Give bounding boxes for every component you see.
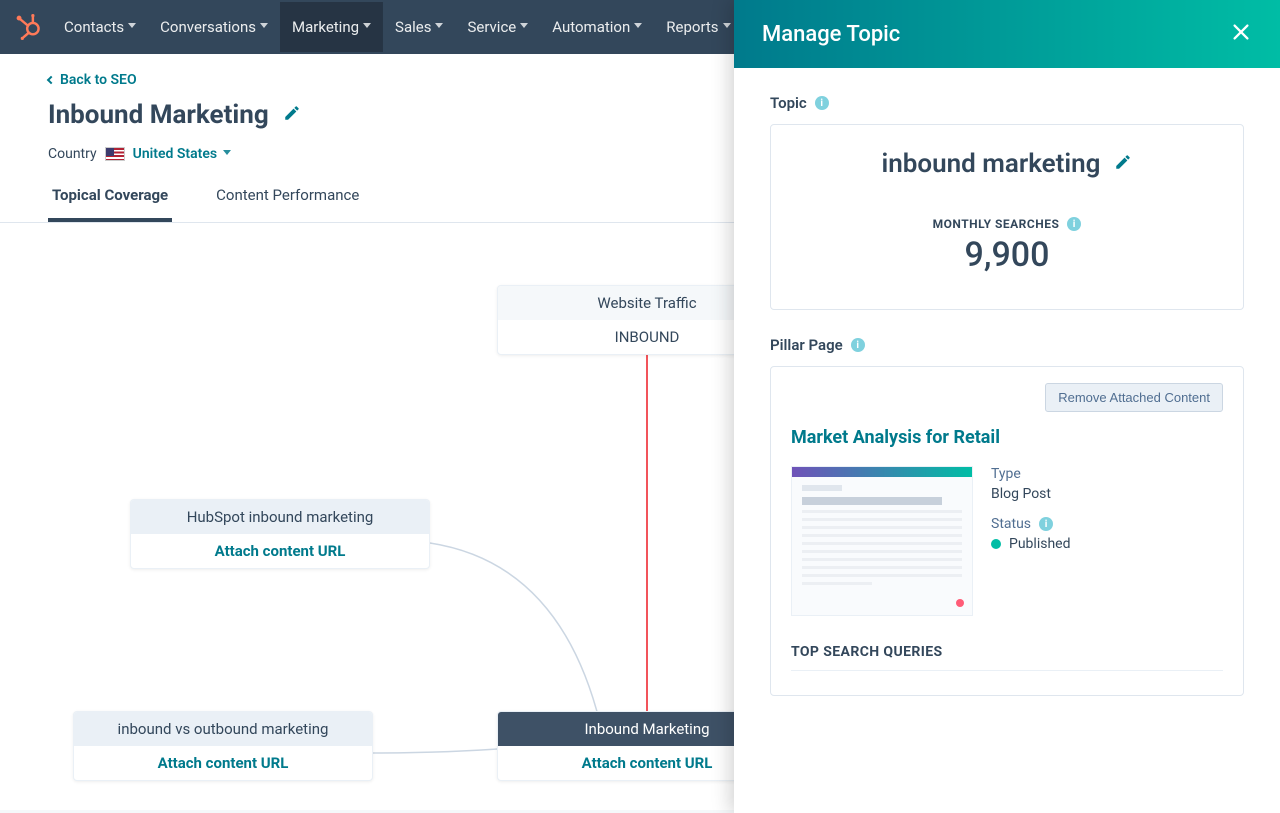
info-icon[interactable]: i	[1039, 517, 1053, 531]
cluster-node-hubspot-inbound[interactable]: HubSpot inbound marketing Attach content…	[130, 499, 430, 569]
node-head: HubSpot inbound marketing	[131, 500, 429, 534]
chevron-down-icon	[223, 150, 231, 158]
chevron-down-icon	[634, 23, 642, 31]
monthly-searches-label: MONTHLY SEARCHES i	[795, 217, 1219, 231]
nav-automation[interactable]: Automation	[540, 2, 654, 52]
close-icon[interactable]	[1230, 21, 1252, 47]
us-flag-icon	[105, 147, 125, 161]
chevron-down-icon	[520, 23, 528, 31]
node-head: inbound vs outbound marketing	[74, 712, 372, 746]
pillar-page-label: Pillar Page i	[770, 336, 1244, 354]
nav-service[interactable]: Service	[455, 2, 540, 52]
type-value: Blog Post	[991, 486, 1070, 502]
status-value: Published	[1009, 536, 1070, 552]
topic-value: inbound marketing	[882, 149, 1101, 179]
page-title: Inbound Marketing	[48, 100, 269, 130]
topic-field-label: Topic i	[770, 94, 1244, 112]
tab-topical-coverage[interactable]: Topical Coverage	[48, 176, 172, 222]
attach-content-link[interactable]: Attach content URL	[582, 754, 713, 772]
chevron-down-icon	[723, 23, 731, 31]
nav-items: Contacts Conversations Marketing Sales S…	[52, 2, 814, 52]
nav-contacts[interactable]: Contacts	[52, 2, 148, 52]
pillar-page-thumbnail[interactable]	[791, 466, 973, 616]
type-label: Type	[991, 466, 1070, 482]
attach-content-link[interactable]: Attach content URL	[158, 754, 289, 772]
attach-content-link[interactable]: Attach content URL	[215, 542, 346, 560]
chevron-down-icon	[260, 23, 268, 31]
nav-conversations[interactable]: Conversations	[148, 2, 280, 52]
country-selector[interactable]: United States	[133, 146, 231, 162]
pillar-meta: Type Blog Post Status i Published	[991, 466, 1070, 552]
chevron-down-icon	[435, 23, 443, 31]
info-icon[interactable]: i	[851, 338, 865, 352]
hubspot-logo-icon[interactable]	[12, 11, 44, 43]
country-label: Country	[48, 146, 97, 162]
pencil-icon[interactable]	[283, 104, 301, 126]
chevron-left-icon	[47, 76, 55, 84]
hubspot-icon	[15, 14, 41, 40]
topic-card: inbound marketing MONTHLY SEARCHES i 9,9…	[770, 124, 1244, 310]
panel-header: Manage Topic	[734, 0, 1280, 68]
remove-attached-content-button[interactable]: Remove Attached Content	[1045, 383, 1223, 412]
status-label: Status i	[991, 516, 1070, 532]
nav-sales[interactable]: Sales	[383, 2, 455, 52]
tab-content-performance[interactable]: Content Performance	[212, 176, 363, 222]
nav-reports[interactable]: Reports	[654, 2, 742, 52]
monthly-searches-value: 9,900	[795, 235, 1219, 275]
divider	[791, 670, 1223, 671]
chevron-down-icon	[363, 23, 371, 31]
cluster-node-inbound-vs-outbound[interactable]: inbound vs outbound marketing Attach con…	[73, 711, 373, 781]
top-search-queries-heading: TOP SEARCH QUERIES	[791, 644, 1223, 660]
status-value-row: Published	[991, 536, 1070, 552]
manage-topic-panel: Manage Topic Topic i inbound marketing M…	[734, 0, 1280, 813]
status-dot-icon	[991, 539, 1001, 549]
pillar-page-title-link[interactable]: Market Analysis for Retail	[791, 427, 1223, 448]
pillar-page-card: Remove Attached Content Market Analysis …	[770, 366, 1244, 696]
panel-title: Manage Topic	[762, 22, 900, 47]
chevron-down-icon	[128, 23, 136, 31]
info-icon[interactable]: i	[1067, 217, 1081, 231]
nav-marketing[interactable]: Marketing	[280, 2, 383, 52]
pencil-icon[interactable]	[1114, 153, 1132, 175]
info-icon[interactable]: i	[815, 96, 829, 110]
